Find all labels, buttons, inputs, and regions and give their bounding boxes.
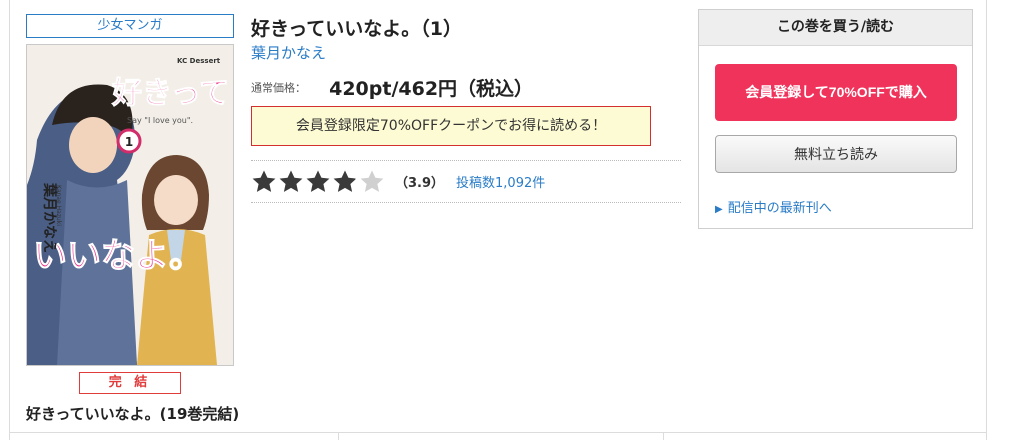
triangle-right-icon: ▶ [715,204,723,215]
rating-score: （3.9） [395,175,445,191]
star-icon [251,169,277,193]
price-value: 420pt/462円（税込） [329,78,534,100]
latest-volume-label: 配信中の最新刊へ [727,201,832,216]
price-label: 通常価格： [251,81,306,95]
coupon-banner[interactable]: 会員登録限定70%OFFクーポンでお得に読める！ [251,106,651,146]
cover-illustration: 1 KC Dessert 好きって Say "I love you". いいなよ… [27,45,233,365]
bottom-tick [663,433,664,440]
rating-row: （3.9） 投稿数1,092件 [251,168,545,194]
price-row: 通常価格： 420pt/462円（税込） [251,74,533,101]
member-buy-button[interactable]: 会員登録して70%OFFで購入 [715,64,957,121]
author-link[interactable]: 葉月かなえ [251,42,326,63]
cover-volume-number: 1 [125,135,133,149]
cover-title-art-2: いいなよ。 [33,236,203,276]
purchase-panel-header: この巻を買う/読む [699,10,972,46]
cover-publisher-label: KC Dessert [177,57,221,65]
cover-title-art: 好きって [111,76,229,111]
latest-volume-link[interactable]: ▶ 配信中の最新刊へ [715,197,832,216]
purchase-panel: この巻を買う/読む 会員登録して70%OFFで購入 無料立ち読み ▶ 配信中の最新… [698,9,973,229]
star-icon [305,169,331,193]
bottom-tick [338,433,339,440]
series-title[interactable]: 好きっていいなよ。(19巻完結) [26,403,239,424]
star-icon [278,169,304,193]
free-preview-button[interactable]: 無料立ち読み [715,135,957,173]
cover-subtitle: Say "I love you". [127,116,193,125]
frame-right-border [986,0,987,440]
genre-tag[interactable]: 少女マンガ [26,14,234,38]
book-title: 好きっていいなよ。（1） [251,18,463,40]
star-icon [359,169,385,193]
rating-stars [251,169,385,193]
star-icon [332,169,358,193]
cover-image[interactable]: 1 KC Dessert 好きって Say "I love you". いいなよ… [26,44,234,366]
bottom-divider [9,432,987,433]
review-count-link[interactable]: 投稿数1,092件 [456,172,545,191]
cover-author-romaji: Kanae Hazuki [55,185,62,226]
frame-left-border [9,0,10,440]
dotted-divider [251,202,681,203]
dotted-divider [251,160,681,161]
completed-badge: 完 結 [79,372,181,394]
